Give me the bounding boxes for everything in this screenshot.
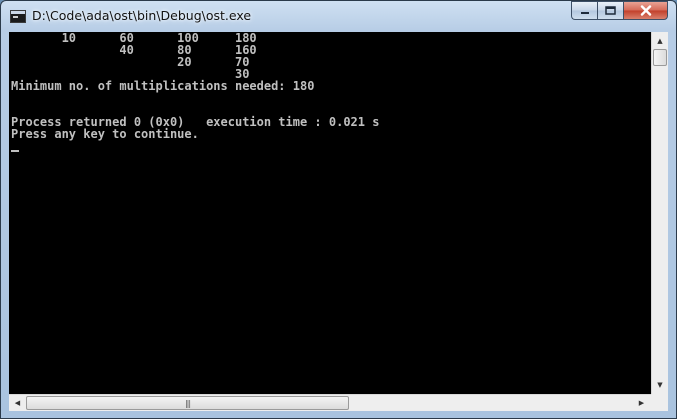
horizontal-scroll-thumb[interactable]: |||	[26, 396, 349, 410]
window-title: D:\Code\ada\ost\bin\Debug\ost.exe	[32, 8, 252, 23]
minimize-icon	[580, 11, 589, 14]
close-icon	[640, 5, 651, 16]
text-cursor	[11, 150, 19, 152]
vertical-scroll-thumb[interactable]	[653, 49, 667, 66]
maximize-icon	[605, 6, 616, 15]
maximize-button[interactable]	[597, 1, 623, 20]
title-bar[interactable]: D:\Code\ada\ost\bin\Debug\ost.exe	[1, 1, 676, 31]
arrow-right-icon: ▶	[638, 399, 645, 407]
console-line: Minimum no. of multiplications needed: 1…	[11, 79, 315, 93]
scroll-down-button[interactable]: ▼	[652, 376, 668, 393]
console-line: Press any key to continue.	[11, 127, 199, 141]
horizontal-scrollbar[interactable]: ◀ ||| ▶	[9, 394, 651, 411]
console-output-area[interactable]: 10 60 100 180 40 80 160 20 70 30 Minimum…	[9, 32, 651, 394]
console-output-text: 10 60 100 180 40 80 160 20 70 30 Minimum…	[9, 32, 651, 140]
size-grip[interactable]	[651, 394, 668, 411]
arrow-left-icon: ◀	[14, 399, 21, 407]
console-window: D:\Code\ada\ost\bin\Debug\ost.exe 10 60 …	[0, 0, 677, 419]
scroll-left-button[interactable]: ◀	[9, 395, 26, 411]
vertical-scrollbar[interactable]: ▲ ▼	[651, 32, 668, 394]
caption-buttons	[571, 1, 668, 20]
arrow-up-icon: ▲	[657, 36, 663, 45]
console-app-icon[interactable]	[10, 10, 26, 23]
scroll-up-button[interactable]: ▲	[652, 32, 668, 49]
minimize-button[interactable]	[571, 1, 597, 20]
arrow-down-icon: ▼	[657, 380, 663, 389]
scroll-right-button[interactable]: ▶	[633, 395, 650, 411]
grip-icon: |||	[184, 398, 191, 408]
close-button[interactable]	[623, 1, 668, 20]
